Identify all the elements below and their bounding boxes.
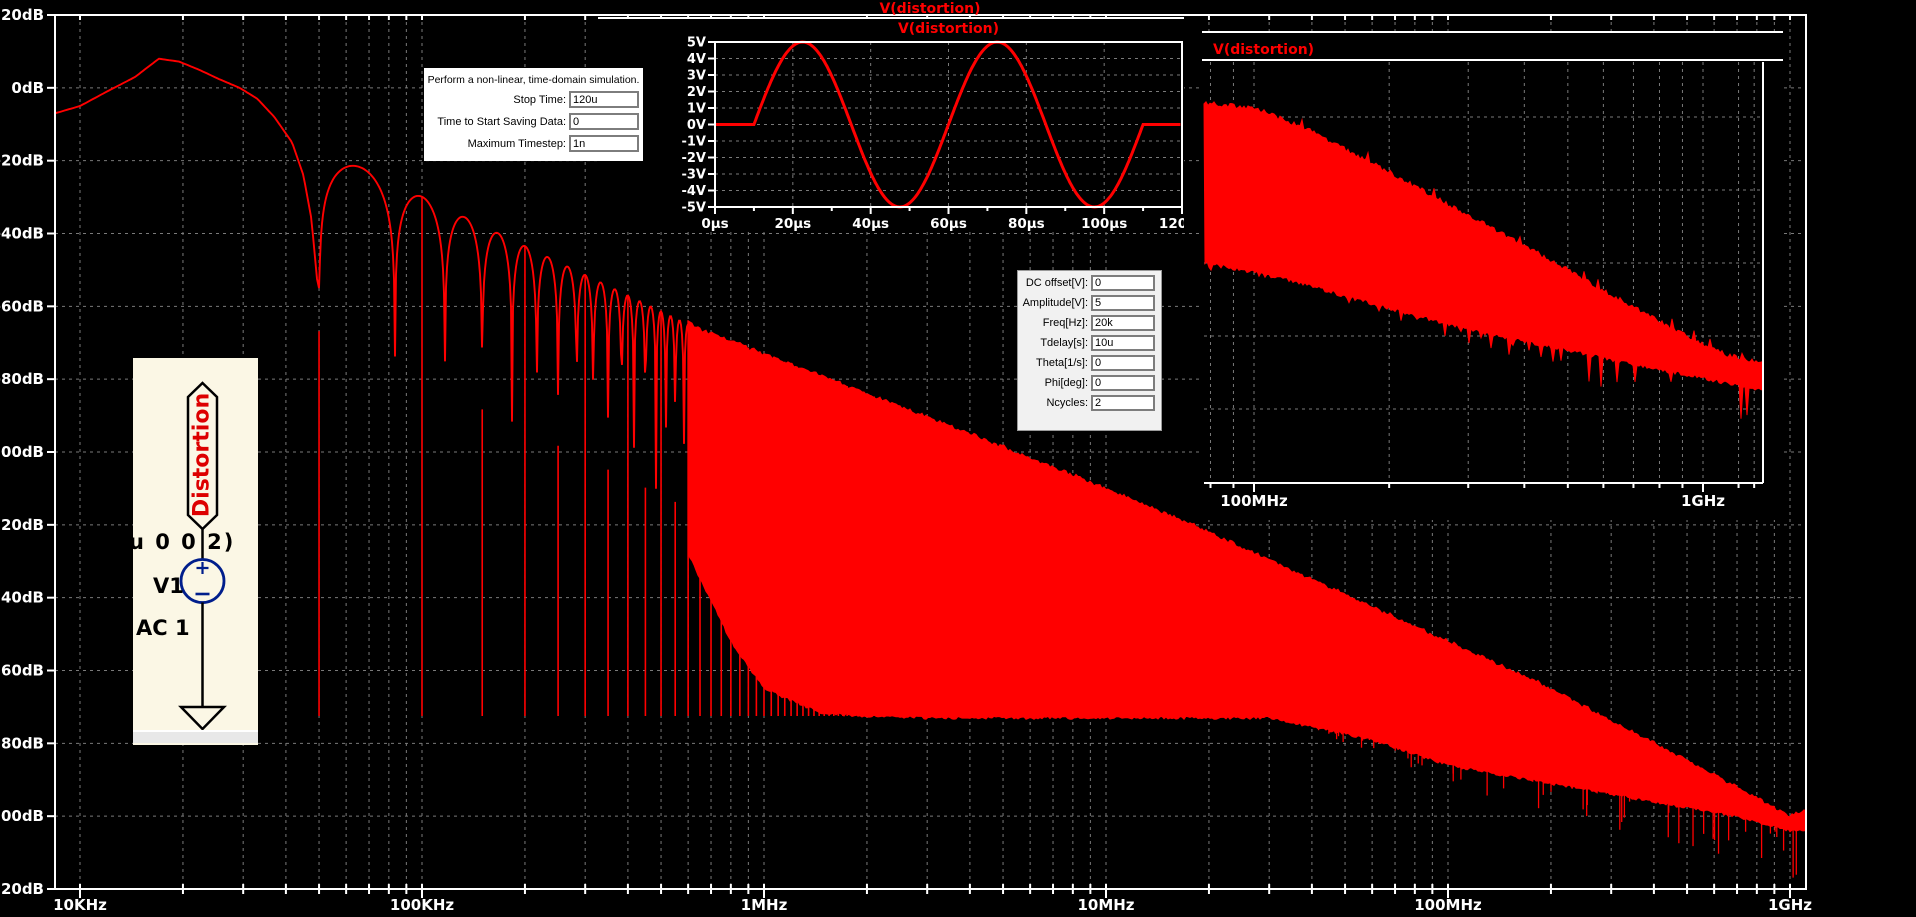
time-y-label: -3V [681,168,706,183]
stop-time-label: Stop Time: [513,93,566,106]
ncycles-input[interactable] [1091,395,1155,411]
time-x-label: 0µs [701,216,728,232]
max-timestep-label: Maximum Timestep: [467,137,566,150]
y-axis-label: 20dB [1,6,44,24]
y-axis-label: -20dB [0,152,44,170]
freq-band [1203,100,1764,419]
x-axis-label: 10KHz [53,896,107,914]
tdelay-label: Tdelay[s]: [1040,337,1088,349]
main-plot-title: V(distortion) [879,1,981,17]
time-domain-inset: 5V 4V 3V 2V 1V 0V -1V -2V -3V -4V -5V 0µs 20µs 40µs 60… [598,17,1184,232]
time-x-label: 80µs [1008,216,1045,232]
spice-directive-fragment: u 0 0 2) [133,530,236,554]
freq-row: Freq[Hz]: [1018,315,1155,331]
phi-label: Phi[deg]: [1044,377,1088,389]
amplitude-row: Amplitude[V]: [1018,295,1155,311]
time-x-label: 60µs [930,216,967,232]
dc-offset-row: DC offset[V]: [1018,275,1155,291]
theta-row: Theta[1/s]: [1018,355,1155,371]
ac-value-label[interactable]: AC 1 [136,616,190,640]
transient-simulation-dialog: Perform a non-linear, time-domain simula… [424,68,643,161]
time-y-label: 3V [687,69,706,84]
max-timestep-row: Maximum Timestep: [424,135,639,152]
time-ticks [708,41,1183,214]
tdelay-input[interactable] [1091,335,1155,351]
transient-dialog-heading: Perform a non-linear, time-domain simula… [427,74,640,86]
y-axis-label: -220dB [0,880,44,898]
time-y-label: 5V [687,36,706,51]
ncycles-label: Ncycles: [1046,397,1088,409]
dc-offset-label: DC offset[V]: [1025,277,1088,289]
y-axis-label: -180dB [0,734,44,752]
zoomed-fft-plot: 100MHz 1GHz [1202,31,1783,510]
designator-v1[interactable]: V1 [153,574,184,598]
time-inset-title: V(distortion) [897,21,1000,37]
phi-input[interactable] [1091,375,1155,391]
amplitude-input[interactable] [1091,295,1155,311]
x-axis-label: 10MHz [1077,896,1134,914]
y-axis-label: -160dB [0,662,44,680]
plus-icon [196,562,209,574]
stop-time-row: Stop Time: [424,91,639,108]
y-axis-label: 0dB [11,79,44,97]
x-axis-label: 1MHz [741,896,788,914]
sine-source-dialog: DC offset[V]: Amplitude[V]: Freq[Hz]: Td… [1017,270,1162,431]
time-trace [715,40,1181,209]
y-axis-label: -140dB [0,589,44,607]
ncycles-row: Ncycles: [1018,395,1155,411]
y-axis-label: -60dB [0,297,44,315]
time-y-label: -4V [681,184,706,199]
ground-icon[interactable] [178,705,227,731]
net-label-distortion[interactable]: Distortion [190,370,216,541]
freq-inset-title: V(distortion) [1213,42,1315,58]
dc-offset-input[interactable] [1091,275,1155,291]
zoomed-fft-inset: 100MHz 1GHz V(distortion) [1202,31,1783,520]
time-y-label: 0V [687,118,706,133]
start-saving-label: Time to Start Saving Data: [437,115,566,128]
amplitude-label: Amplitude[V]: [1022,297,1088,309]
time-x-label: 100µs [1081,216,1127,232]
ltspice-window: 20dB 0dB -20dB -40dB -60dB -80dB -100dB -120dB -… [0,0,1916,917]
time-y-label: -5V [681,201,706,216]
time-y-label: 4V [687,52,706,67]
start-saving-row: Time to Start Saving Data: [424,113,639,130]
time-x-label: 20µs [774,216,811,232]
time-y-label: 1V [687,102,706,117]
tdelay-row: Tdelay[s]: [1018,335,1155,351]
y-axis-label: -100dB [0,443,44,461]
theta-label: Theta[1/s]: [1036,357,1088,369]
stop-time-input[interactable] [569,91,639,108]
time-x-label: 120µs [1159,216,1184,232]
y-axis-label: -120dB [0,516,44,534]
x-axis-label: 100KHz [390,896,454,914]
time-y-label: -1V [681,135,706,150]
freq-x-label: 1GHz [1681,492,1725,510]
max-timestep-input[interactable] [569,135,639,152]
freq-x-label: 100MHz [1220,492,1288,510]
panel-bottom-strip [133,730,258,743]
time-x-label: 40µs [852,216,889,232]
y-axis-label: -40dB [0,225,44,243]
time-domain-plot: 5V4V 3V2V 1V0V -1V-2V -3V-4V -5V0µs 20µs 40µs 60… [598,17,1184,232]
x-axis-label: 100MHz [1414,896,1482,914]
y-axis-label: -200dB [0,807,44,825]
freq-label: Freq[Hz]: [1042,317,1088,329]
phi-row: Phi[deg]: [1018,375,1155,391]
start-saving-input[interactable] [569,113,639,130]
freq-input[interactable] [1091,315,1155,331]
x-axis-label: 1GHz [1768,896,1812,914]
time-y-label: -2V [681,151,706,166]
time-y-label: 2V [687,85,706,100]
y-axis-label: -80dB [0,370,44,388]
schematic-panel[interactable]: Distortion u 0 0 2) V1 AC 1 [133,358,258,745]
theta-input[interactable] [1091,355,1155,371]
